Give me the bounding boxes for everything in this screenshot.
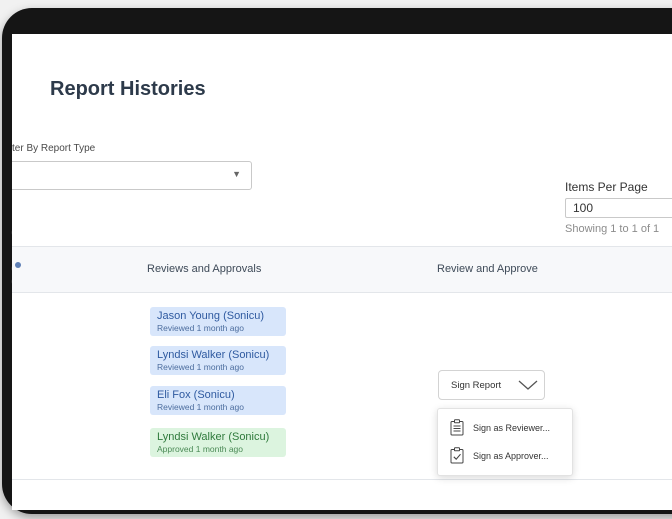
menu-item-label: Sign as Reviewer... <box>473 423 551 433</box>
review-status: Reviewed 1 month ago <box>157 402 244 412</box>
reviewer-name: Eli Fox (Sonicu) <box>157 389 235 401</box>
items-per-page-input[interactable] <box>565 198 672 218</box>
review-badge: Eli Fox (Sonicu) Reviewed 1 month ago <box>150 386 286 415</box>
approver-name: Lyndsi Walker (Sonicu) <box>157 431 270 443</box>
sign-report-label: Sign Report <box>451 380 502 391</box>
reviewer-name: Lyndsi Walker (Sonicu) <box>157 349 270 361</box>
menu-item-sign-as-reviewer[interactable]: Sign as Reviewer... <box>438 414 572 442</box>
approval-badge: Lyndsi Walker (Sonicu) Approved 1 month … <box>150 428 286 457</box>
filter-label: ter By Report Type <box>12 143 96 154</box>
sign-report-button[interactable]: Sign Report <box>438 370 545 400</box>
table-header: Reviews and Approvals Review and Approve <box>12 246 672 293</box>
review-status: Reviewed 1 month ago <box>157 362 244 372</box>
review-status: Reviewed 1 month ago <box>157 323 244 333</box>
scroll-indicator-icon <box>15 262 21 268</box>
page-title: Report Histories <box>50 78 206 100</box>
dropdown-caret-icon: ▼ <box>232 169 241 179</box>
chevron-down-icon <box>518 380 538 390</box>
column-header-review-approve[interactable]: Review and Approve <box>437 263 538 275</box>
menu-item-label: Sign as Approver... <box>473 451 549 461</box>
sign-menu: Sign as Reviewer... Sign as Approver... <box>437 408 573 476</box>
review-badge: Jason Young (Sonicu) Reviewed 1 month ag… <box>150 307 286 336</box>
tablet-frame: Report Histories ter By Report Type ▼ It… <box>2 8 672 514</box>
report-type-select[interactable]: ▼ <box>12 161 252 190</box>
review-badge: Lyndsi Walker (Sonicu) Reviewed 1 month … <box>150 346 286 375</box>
app-screen: Report Histories ter By Report Type ▼ It… <box>12 34 672 510</box>
clipboard-list-icon <box>450 419 464 436</box>
clipboard-check-icon <box>450 447 464 464</box>
items-per-page-label: Items Per Page <box>565 180 648 194</box>
table-row <box>12 292 672 480</box>
approval-status: Approved 1 month ago <box>157 444 244 454</box>
pagination-summary: Showing 1 to 1 of 1 <box>565 223 660 235</box>
reviewer-name: Jason Young (Sonicu) <box>157 310 265 322</box>
column-header-reviews[interactable]: Reviews and Approvals <box>147 263 261 275</box>
menu-item-sign-as-approver[interactable]: Sign as Approver... <box>438 442 572 470</box>
